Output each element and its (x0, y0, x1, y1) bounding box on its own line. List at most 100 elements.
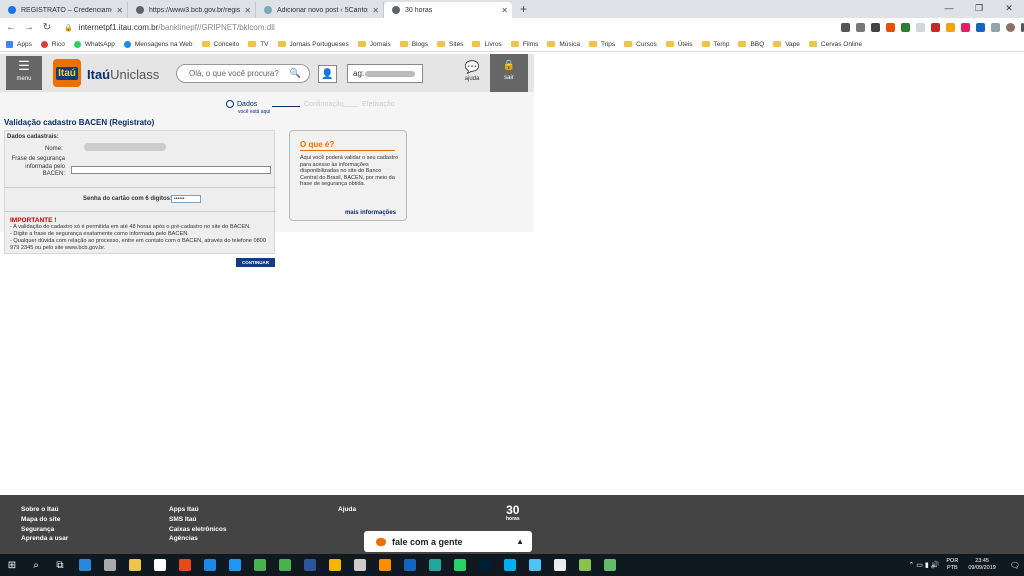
chevron-up-icon[interactable]: ▲ (516, 537, 524, 546)
footer-link[interactable]: Caixas eletrônicos (169, 526, 226, 533)
footer-link[interactable]: Aprenda a usar (21, 535, 68, 542)
bookmark-rico[interactable]: Rico (40, 40, 65, 48)
extension-icon[interactable] (886, 23, 895, 32)
bookmark-m-sica[interactable]: Música (547, 41, 580, 48)
footer-link[interactable]: Segurança (21, 526, 54, 533)
taskbar-app-icon[interactable] (328, 559, 341, 571)
help-button[interactable]: 💬 ajuda (458, 60, 486, 82)
task-view-icon[interactable]: ⧉ (48, 560, 72, 571)
bookmark--teis[interactable]: Úteis (665, 41, 693, 48)
maximize-icon[interactable]: ❐ (964, 0, 994, 18)
bookmark-vape[interactable]: Vape (773, 41, 800, 48)
reload-icon[interactable]: ↻ (40, 22, 54, 33)
back-icon[interactable]: ← (4, 22, 18, 33)
profile-avatar[interactable] (1006, 23, 1015, 32)
footer-link[interactable]: Apps Itaú (169, 506, 199, 513)
footer-link[interactable]: Ajuda (338, 506, 356, 513)
taskbar-app-icon[interactable] (153, 559, 166, 571)
forward-icon[interactable]: → (22, 22, 36, 33)
extension-icon[interactable] (871, 23, 880, 32)
taskbar-app-icon[interactable] (278, 559, 291, 571)
url-field[interactable]: 🔒 internetpf1.itau.com.br /banklinepf//G… (64, 20, 833, 35)
bookmark-cursos[interactable]: Cursos (624, 41, 657, 48)
close-window-icon[interactable]: ✕ (994, 0, 1024, 18)
bookmark-mensagens-na-web[interactable]: Mensagens na Web (123, 40, 193, 48)
footer-link[interactable]: Sobre o Itaú (21, 506, 59, 513)
browser-tab-registrato[interactable]: REGISTRATO – Credenciamento ✕ (0, 2, 128, 18)
taskbar-app-icon[interactable] (603, 559, 616, 571)
continue-button[interactable]: CONTINUAR (236, 258, 275, 267)
taskbar-app-icon[interactable] (228, 559, 241, 571)
taskbar-app-icon[interactable] (378, 559, 391, 571)
search-input[interactable]: Olá, o que você procura? 🔍 (176, 64, 310, 83)
tray-icons[interactable]: ⌃ ▭ ▮ 🔊 (909, 561, 940, 569)
browser-tab-30horas[interactable]: 30 horas ✕ (384, 2, 512, 18)
search-icon[interactable]: 🔍 (290, 68, 301, 79)
browser-tab-5cantos[interactable]: Adicionar novo post ‹ 5Cantos – ✕ (256, 2, 384, 18)
bookmark-sites[interactable]: Sites (437, 41, 463, 48)
taskbar-app-icon[interactable] (78, 559, 91, 571)
extension-icon[interactable] (976, 23, 985, 32)
key-icon[interactable] (841, 23, 850, 32)
bookmark-jornais-portugueses[interactable]: Jornais Portugueses (277, 41, 349, 48)
taskbar-app-icon[interactable] (303, 559, 316, 571)
bookmark-jornais[interactable]: Jornais (357, 41, 391, 48)
taskbar-app-icon[interactable] (578, 559, 591, 571)
taskbar-app-icon[interactable] (428, 559, 441, 571)
close-tab-icon[interactable]: ✕ (116, 6, 123, 15)
taskbar-app-icon[interactable] (203, 559, 216, 571)
security-phrase-input[interactable] (71, 166, 271, 174)
30-horas-badge[interactable]: 30 horas (506, 504, 520, 522)
taskbar-app-icon[interactable] (478, 559, 491, 571)
browser-tab-bcb[interactable]: https://www3.bcb.gov.br/registr ✕ (128, 2, 256, 18)
bookmark-tv[interactable]: TV (248, 41, 269, 48)
footer-link[interactable]: Agências (169, 535, 198, 542)
bookmark-temp[interactable]: Temp (701, 41, 729, 48)
bookmark-livros[interactable]: Livros (472, 41, 502, 48)
footer-link[interactable]: SMS Itaú (169, 516, 196, 523)
taskbar-app-icon[interactable] (503, 559, 516, 571)
extension-icon[interactable] (931, 23, 940, 32)
chat-widget[interactable]: fale com a gente ▲ (364, 531, 532, 552)
taskbar-app-icon[interactable] (178, 559, 191, 571)
exit-button[interactable]: 🔒 sair (490, 54, 528, 92)
close-tab-icon[interactable]: ✕ (244, 6, 251, 15)
taskbar-app-icon[interactable] (353, 559, 366, 571)
bookmark-conceito[interactable]: Conceito (201, 41, 239, 48)
taskbar-app-icon[interactable] (403, 559, 416, 571)
language-indicator[interactable]: POR PTB (946, 558, 958, 572)
new-tab-icon[interactable]: + (520, 2, 527, 18)
bookmark-films[interactable]: Films (510, 41, 538, 48)
card-pin-input[interactable]: •••••• (171, 195, 201, 203)
user-icon[interactable]: 👤 (318, 65, 337, 83)
more-info-link[interactable]: mais informações (345, 210, 396, 216)
windows-start-icon[interactable]: ⊞ (0, 560, 24, 571)
taskbar-app-icon[interactable] (253, 559, 266, 571)
extension-icon[interactable] (901, 23, 910, 32)
taskbar-app-icon[interactable] (103, 559, 116, 571)
star-icon[interactable] (856, 23, 865, 32)
search-icon[interactable]: ⌕ (24, 560, 48, 571)
bookmark-cervas-online[interactable]: Cervas Online (808, 41, 862, 48)
taskbar-app-icon[interactable] (453, 559, 466, 571)
footer-link[interactable]: Mapa do site (21, 516, 60, 523)
extension-icon[interactable] (946, 23, 955, 32)
extension-icon[interactable] (916, 23, 925, 32)
extension-icon[interactable] (961, 23, 970, 32)
bookmark-whatsapp[interactable]: WhatsApp (73, 40, 115, 48)
taskbar-app-icon[interactable] (553, 559, 566, 571)
close-tab-icon[interactable]: ✕ (501, 6, 508, 15)
close-tab-icon[interactable]: ✕ (372, 6, 379, 15)
extension-icon[interactable] (991, 23, 1000, 32)
bookmark-bbq[interactable]: BBQ (738, 41, 764, 48)
notification-icon[interactable]: 🗨 (1010, 561, 1020, 570)
menu-button[interactable]: ☰ menu (6, 56, 42, 90)
minimize-icon[interactable]: — (934, 0, 964, 18)
bookmark-blogs[interactable]: Blogs (399, 41, 428, 48)
bookmark-apps[interactable]: Apps (6, 40, 32, 48)
taskbar-app-icon[interactable] (528, 559, 541, 571)
itau-logo[interactable]: Itaú (53, 59, 81, 87)
taskbar-app-icon[interactable] (128, 559, 141, 571)
clock[interactable]: 23:45 09/09/2019 (968, 558, 996, 572)
bookmark-trips[interactable]: Trips (588, 41, 615, 48)
